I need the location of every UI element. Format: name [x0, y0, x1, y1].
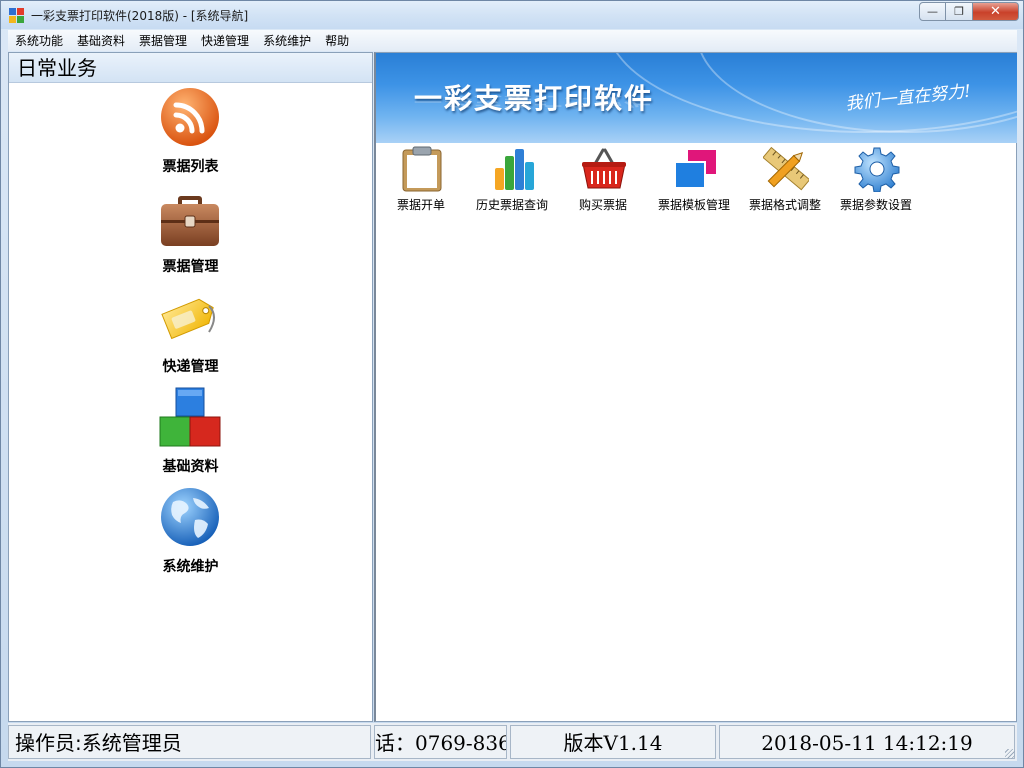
- menu-system-functions[interactable]: 系统功能: [8, 32, 70, 49]
- banner-title-reflection: 一彩支票打印软件: [414, 93, 655, 109]
- windows-icon: [674, 150, 716, 189]
- tool-parameter-settings[interactable]: 票据参数设置: [831, 146, 921, 216]
- minimize-button[interactable]: —: [919, 2, 946, 21]
- nav-item-label: 票据列表: [162, 159, 219, 175]
- status-operator: 操作员:系统管理员: [8, 725, 371, 759]
- ruler-pencil-icon: [763, 146, 809, 191]
- nav-item-label: 基础资料: [162, 459, 219, 475]
- menu-help[interactable]: 帮助: [318, 32, 356, 49]
- menu-system-maintenance[interactable]: 系统维护: [256, 32, 318, 49]
- menu-bar: 系统功能 基础资料 票据管理 快递管理 系统维护 帮助: [8, 30, 1017, 51]
- menu-express-management[interactable]: 快递管理: [194, 32, 256, 49]
- nav-item-bill-management[interactable]: 票据管理: [9, 186, 372, 286]
- status-datetime: 2018-05-11 14:12:19: [719, 725, 1015, 759]
- app-icon: [9, 8, 25, 24]
- close-icon: ✕: [990, 4, 1001, 19]
- nav-item-label: 快递管理: [162, 359, 219, 375]
- title-bar[interactable]: 一彩支票打印软件(2018版) - [系统导航] — ❐ ✕: [1, 1, 1023, 29]
- bar-chart-icon: [495, 149, 534, 190]
- tool-history-query[interactable]: 历史票据查询: [467, 146, 557, 216]
- status-version: 版本V1.14: [510, 725, 716, 759]
- minimize-icon: —: [927, 5, 938, 18]
- close-button[interactable]: ✕: [973, 2, 1019, 21]
- tag-icon: [161, 298, 215, 340]
- tool-label: 票据参数设置: [839, 198, 912, 212]
- nav-item-label: 系统维护: [162, 559, 219, 575]
- tool-label: 购买票据: [578, 198, 627, 212]
- main-content-panel: 一彩支票打印软件 一彩支票打印软件 我们一直在努力! 票据开单 历史票据查询 购…: [374, 52, 1017, 722]
- menu-bill-management[interactable]: 票据管理: [132, 32, 194, 49]
- daily-business-panel: 日常业务 票据列表 票据管理 快递管理 基础资料 系统维护: [8, 52, 373, 722]
- status-phone: 话：0769-836: [374, 725, 507, 759]
- tool-template-management[interactable]: 票据模板管理: [649, 146, 739, 216]
- tool-issue-bill[interactable]: 票据开单: [376, 146, 466, 216]
- window-controls: — ❐ ✕: [919, 2, 1019, 22]
- restore-icon: ❐: [954, 5, 964, 18]
- panel-header: 日常业务: [9, 53, 372, 83]
- nav-item-bill-list[interactable]: 票据列表: [9, 86, 372, 186]
- banner: 一彩支票打印软件 一彩支票打印软件 我们一直在努力!: [376, 53, 1017, 143]
- tool-format-adjust[interactable]: 票据格式调整: [740, 146, 830, 216]
- clipboard-icon: [402, 146, 442, 192]
- shopping-basket-icon: [582, 148, 626, 189]
- menu-basic-data[interactable]: 基础资料: [70, 32, 132, 49]
- blocks-icon: [159, 387, 221, 447]
- window-title: 一彩支票打印软件(2018版) - [系统导航]: [31, 9, 249, 23]
- nav-item-system-maintenance[interactable]: 系统维护: [9, 486, 372, 586]
- gear-icon: [854, 147, 900, 192]
- app-window: 一彩支票打印软件(2018版) - [系统导航] — ❐ ✕ 系统功能 基础资料…: [0, 0, 1024, 768]
- tool-buy-bill[interactable]: 购买票据: [558, 146, 648, 216]
- tool-label: 票据模板管理: [657, 198, 730, 212]
- resize-grip[interactable]: [1005, 749, 1015, 759]
- tool-label: 票据格式调整: [748, 198, 821, 212]
- briefcase-icon: [161, 196, 219, 246]
- globe-icon: [161, 488, 219, 546]
- nav-item-label: 票据管理: [162, 259, 219, 275]
- status-bar: 操作员:系统管理员 话：0769-836 版本V1.14 2018-05-11 …: [8, 723, 1017, 761]
- nav-item-basic-data[interactable]: 基础资料: [9, 386, 372, 486]
- tool-label: 历史票据查询: [475, 198, 548, 212]
- rss-icon: [161, 88, 219, 146]
- nav-item-express-management[interactable]: 快递管理: [9, 286, 372, 386]
- maximize-button[interactable]: ❐: [946, 2, 973, 21]
- tool-label: 票据开单: [396, 198, 445, 212]
